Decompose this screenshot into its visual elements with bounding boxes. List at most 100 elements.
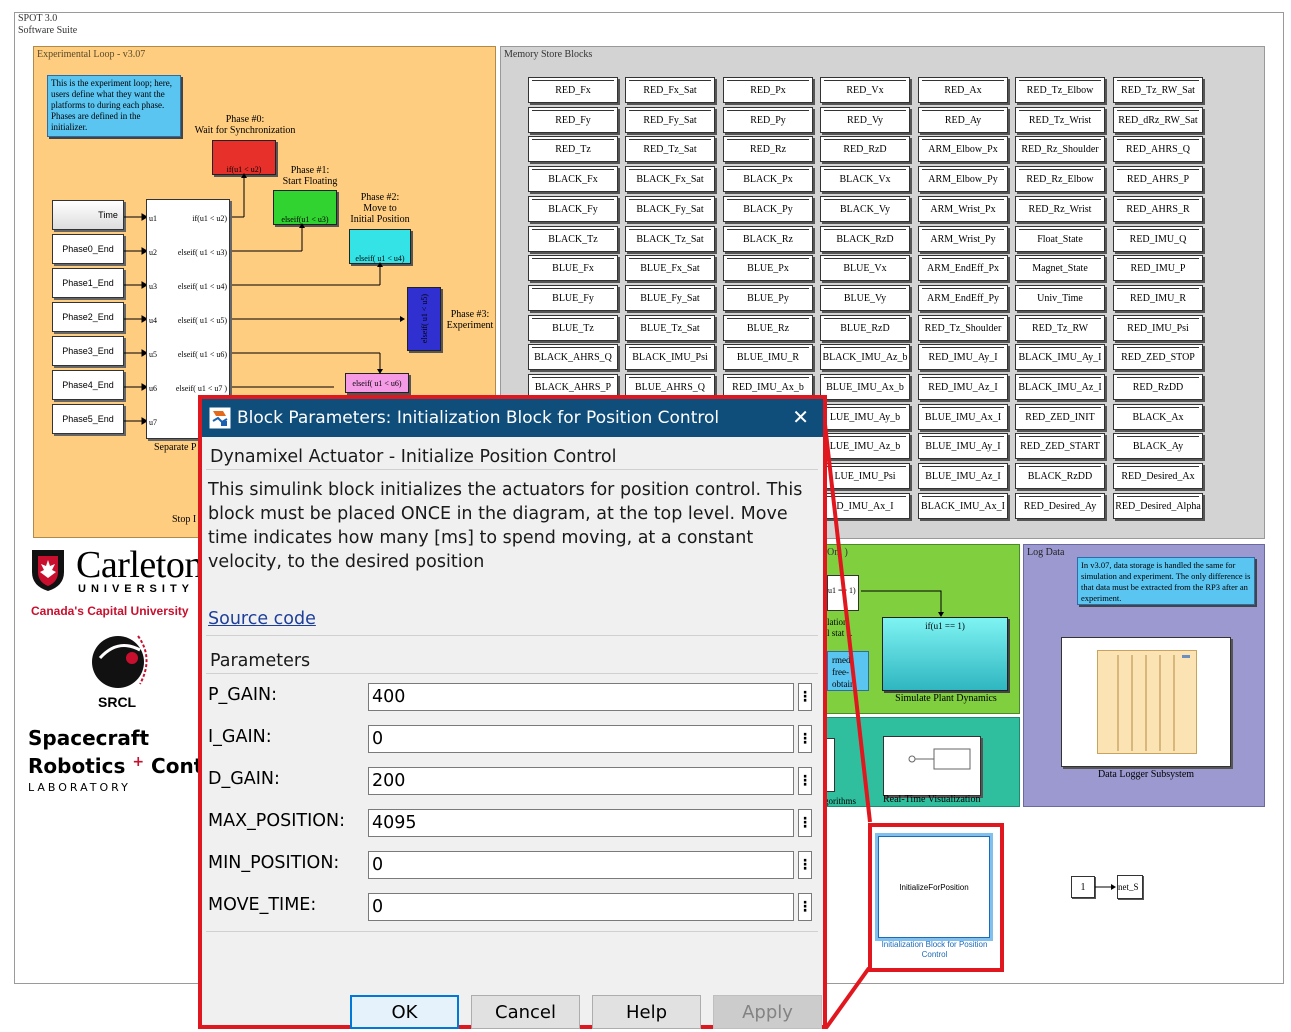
i-gain-more-icon[interactable]: ⋮ <box>798 725 812 753</box>
memory-store-block[interactable]: ARM_EndEff_Py <box>918 285 1008 311</box>
help-button[interactable]: Help <box>592 995 701 1029</box>
memory-store-block[interactable]: RED_ZED_STOP <box>1113 344 1203 370</box>
memory-store-block[interactable]: RED_AHRS_R <box>1113 196 1203 222</box>
memory-store-block[interactable]: BLACK_IMU_Az_b <box>820 344 910 370</box>
memory-store-block[interactable]: BLUE_Fy_Sat <box>625 285 715 311</box>
memory-store-block[interactable]: BLACK_RzD <box>820 226 910 252</box>
memory-store-block[interactable]: BLUE_IMU_Az_I <box>918 463 1008 489</box>
memory-store-block[interactable]: BLUE_Fx <box>528 255 618 281</box>
memory-store-block[interactable]: Magnet_State <box>1015 255 1105 281</box>
simulate-plant-dynamics-block[interactable]: if(u1 == 1) <box>882 617 1008 691</box>
memory-store-block[interactable]: RED_RzD <box>820 136 910 162</box>
memory-store-block[interactable]: RED_Desired_Alpha <box>1113 493 1203 519</box>
memory-store-block[interactable]: LUE_IMU_Psi <box>820 463 910 489</box>
cancel-button[interactable]: Cancel <box>471 995 580 1029</box>
max-position-input[interactable] <box>368 809 794 837</box>
memory-store-block[interactable]: BLUE_IMU_Ax_b <box>820 374 910 400</box>
input-phase3-end[interactable]: Phase3_End <box>52 336 124 366</box>
memory-store-block[interactable]: RED_IMU_Psi <box>1113 315 1203 341</box>
memory-store-block[interactable]: BLUE_Px <box>723 255 813 281</box>
memory-store-block[interactable]: RED_dRz_RW_Sat <box>1113 107 1203 133</box>
memory-store-block[interactable]: RED_Fy_Sat <box>625 107 715 133</box>
memory-store-block[interactable]: BLUE_Fx_Sat <box>625 255 715 281</box>
input-phase2-end[interactable]: Phase2_End <box>52 302 124 332</box>
memory-store-block[interactable]: BLACK_Fy <box>528 196 618 222</box>
memory-store-block[interactable]: RED_Fx_Sat <box>625 77 715 103</box>
memory-store-block[interactable]: RED_Desired_Ay <box>1015 493 1105 519</box>
memory-store-block[interactable]: Float_State <box>1015 226 1105 252</box>
input-phase4-end[interactable]: Phase4_End <box>52 370 124 400</box>
memory-store-block[interactable]: ARM_EndEff_Px <box>918 255 1008 281</box>
memory-store-block[interactable]: RED_Tz_RW_Sat <box>1113 77 1203 103</box>
memory-store-block[interactable]: BLACK_Tz_Sat <box>625 226 715 252</box>
memory-store-block[interactable]: RED_IMU_Ay_I <box>918 344 1008 370</box>
initialization-block[interactable]: InitializeForPosition <box>878 836 990 938</box>
memory-store-block[interactable]: BLUE_IMU_R <box>723 344 813 370</box>
memory-store-block[interactable]: BLACK_Ax <box>1113 404 1203 430</box>
memory-store-block[interactable]: BLACK_Tz <box>528 226 618 252</box>
memory-store-block[interactable]: LUE_IMU_Az_b <box>820 433 910 459</box>
memory-store-block[interactable]: RED_Tz_Shoulder <box>918 315 1008 341</box>
apply-button[interactable]: Apply <box>713 995 822 1029</box>
memory-store-block[interactable]: BLACK_IMU_Az_I <box>1015 374 1105 400</box>
memory-store-block[interactable]: Univ_Time <box>1015 285 1105 311</box>
memory-store-block[interactable]: RED_Ax <box>918 77 1008 103</box>
memory-store-block[interactable]: BLACK_Px <box>723 166 813 192</box>
memory-store-block[interactable]: RED_AHRS_P <box>1113 166 1203 192</box>
simulation-area[interactable]: Onl ) u1 == 1) lation l stat s. rmed free… <box>820 544 1020 714</box>
memory-store-block[interactable]: RED_IMU_Az_I <box>918 374 1008 400</box>
memory-store-block[interactable]: RED_AHRS_Q <box>1113 136 1203 162</box>
max-position-more-icon[interactable]: ⋮ <box>798 809 812 837</box>
input-phase0-end[interactable]: Phase0_End <box>52 234 124 264</box>
data-logger-subsystem-block[interactable] <box>1061 637 1231 767</box>
memory-store-block[interactable]: BLUE_RzD <box>820 315 910 341</box>
control-visualization-area[interactable]: gorithms Real-Time Visualization <box>820 717 1020 807</box>
sim-switch-block[interactable]: u1 == 1) <box>827 575 859 611</box>
memory-store-block[interactable]: RED_IMU_R <box>1113 285 1203 311</box>
move-time-input[interactable] <box>368 893 794 921</box>
memory-store-block[interactable]: RED_Tz_Sat <box>625 136 715 162</box>
memory-store-block[interactable]: BLUE_Py <box>723 285 813 311</box>
memory-store-block[interactable]: BLACK_Vy <box>820 196 910 222</box>
memory-store-block[interactable]: RED_ZED_START <box>1015 433 1105 459</box>
memory-store-block[interactable]: RED_Rz_Elbow <box>1015 166 1105 192</box>
memory-store-block[interactable]: BLACK_Ay <box>1113 433 1203 459</box>
source-code-link[interactable]: Source code <box>208 607 316 631</box>
memory-store-block[interactable]: RED_Tz_RW <box>1015 315 1105 341</box>
memory-store-block[interactable]: BLACK_AHRS_Q <box>528 344 618 370</box>
memory-store-block[interactable]: BLUE_Tz_Sat <box>625 315 715 341</box>
dialog-titlebar[interactable]: Block Parameters: Initialization Block f… <box>202 399 823 437</box>
real-time-visualization-block[interactable] <box>883 736 981 796</box>
memory-store-block[interactable]: BLUE_Fy <box>528 285 618 311</box>
memory-store-block[interactable]: BLACK_Fx <box>528 166 618 192</box>
memory-store-block[interactable]: RED_Rz_Shoulder <box>1015 136 1105 162</box>
input-phase5-end[interactable]: Phase5_End <box>52 404 124 434</box>
memory-store-block[interactable]: RED_Ay <box>918 107 1008 133</box>
ok-button[interactable]: OK <box>350 995 459 1029</box>
min-position-input[interactable] <box>368 851 794 879</box>
memory-store-block[interactable]: RED_ZED_INIT <box>1015 404 1105 430</box>
memory-store-block[interactable]: RED_Vy <box>820 107 910 133</box>
memory-store-block[interactable]: BLUE_Vy <box>820 285 910 311</box>
memory-store-block[interactable]: ARM_Wrist_Py <box>918 226 1008 252</box>
d-gain-more-icon[interactable]: ⋮ <box>798 767 812 795</box>
memory-store-block[interactable]: BLACK_Fy_Sat <box>625 196 715 222</box>
memory-store-block[interactable]: BLACK_Rz <box>723 226 813 252</box>
move-time-more-icon[interactable]: ⋮ <box>798 893 812 921</box>
p-gain-input[interactable] <box>368 683 794 711</box>
memory-store-block[interactable]: RED_Rz <box>723 136 813 162</box>
memory-store-block[interactable]: D_IMU_Ax_I <box>820 493 910 519</box>
memory-store-block[interactable]: BLUE_Vx <box>820 255 910 281</box>
memory-store-block[interactable]: BLACK_IMU_Psi <box>625 344 715 370</box>
memory-store-block[interactable]: LUE_IMU_Ay_b <box>820 404 910 430</box>
memory-store-block[interactable]: BLACK_Fx_Sat <box>625 166 715 192</box>
block-parameters-dialog[interactable]: Block Parameters: Initialization Block f… <box>198 395 827 1029</box>
memory-store-block[interactable]: RED_IMU_Q <box>1113 226 1203 252</box>
memory-store-block[interactable]: BLACK_RzDD <box>1015 463 1105 489</box>
memory-store-block[interactable]: RED_IMU_P <box>1113 255 1203 281</box>
memory-store-block[interactable]: BLUE_IMU_Ax_I <box>918 404 1008 430</box>
memory-store-block[interactable]: BLUE_Rz <box>723 315 813 341</box>
min-position-more-icon[interactable]: ⋮ <box>798 851 812 879</box>
close-icon[interactable]: ✕ <box>792 405 809 429</box>
log-data-area[interactable]: Log Data In v3.07, data storage is handl… <box>1023 544 1265 807</box>
